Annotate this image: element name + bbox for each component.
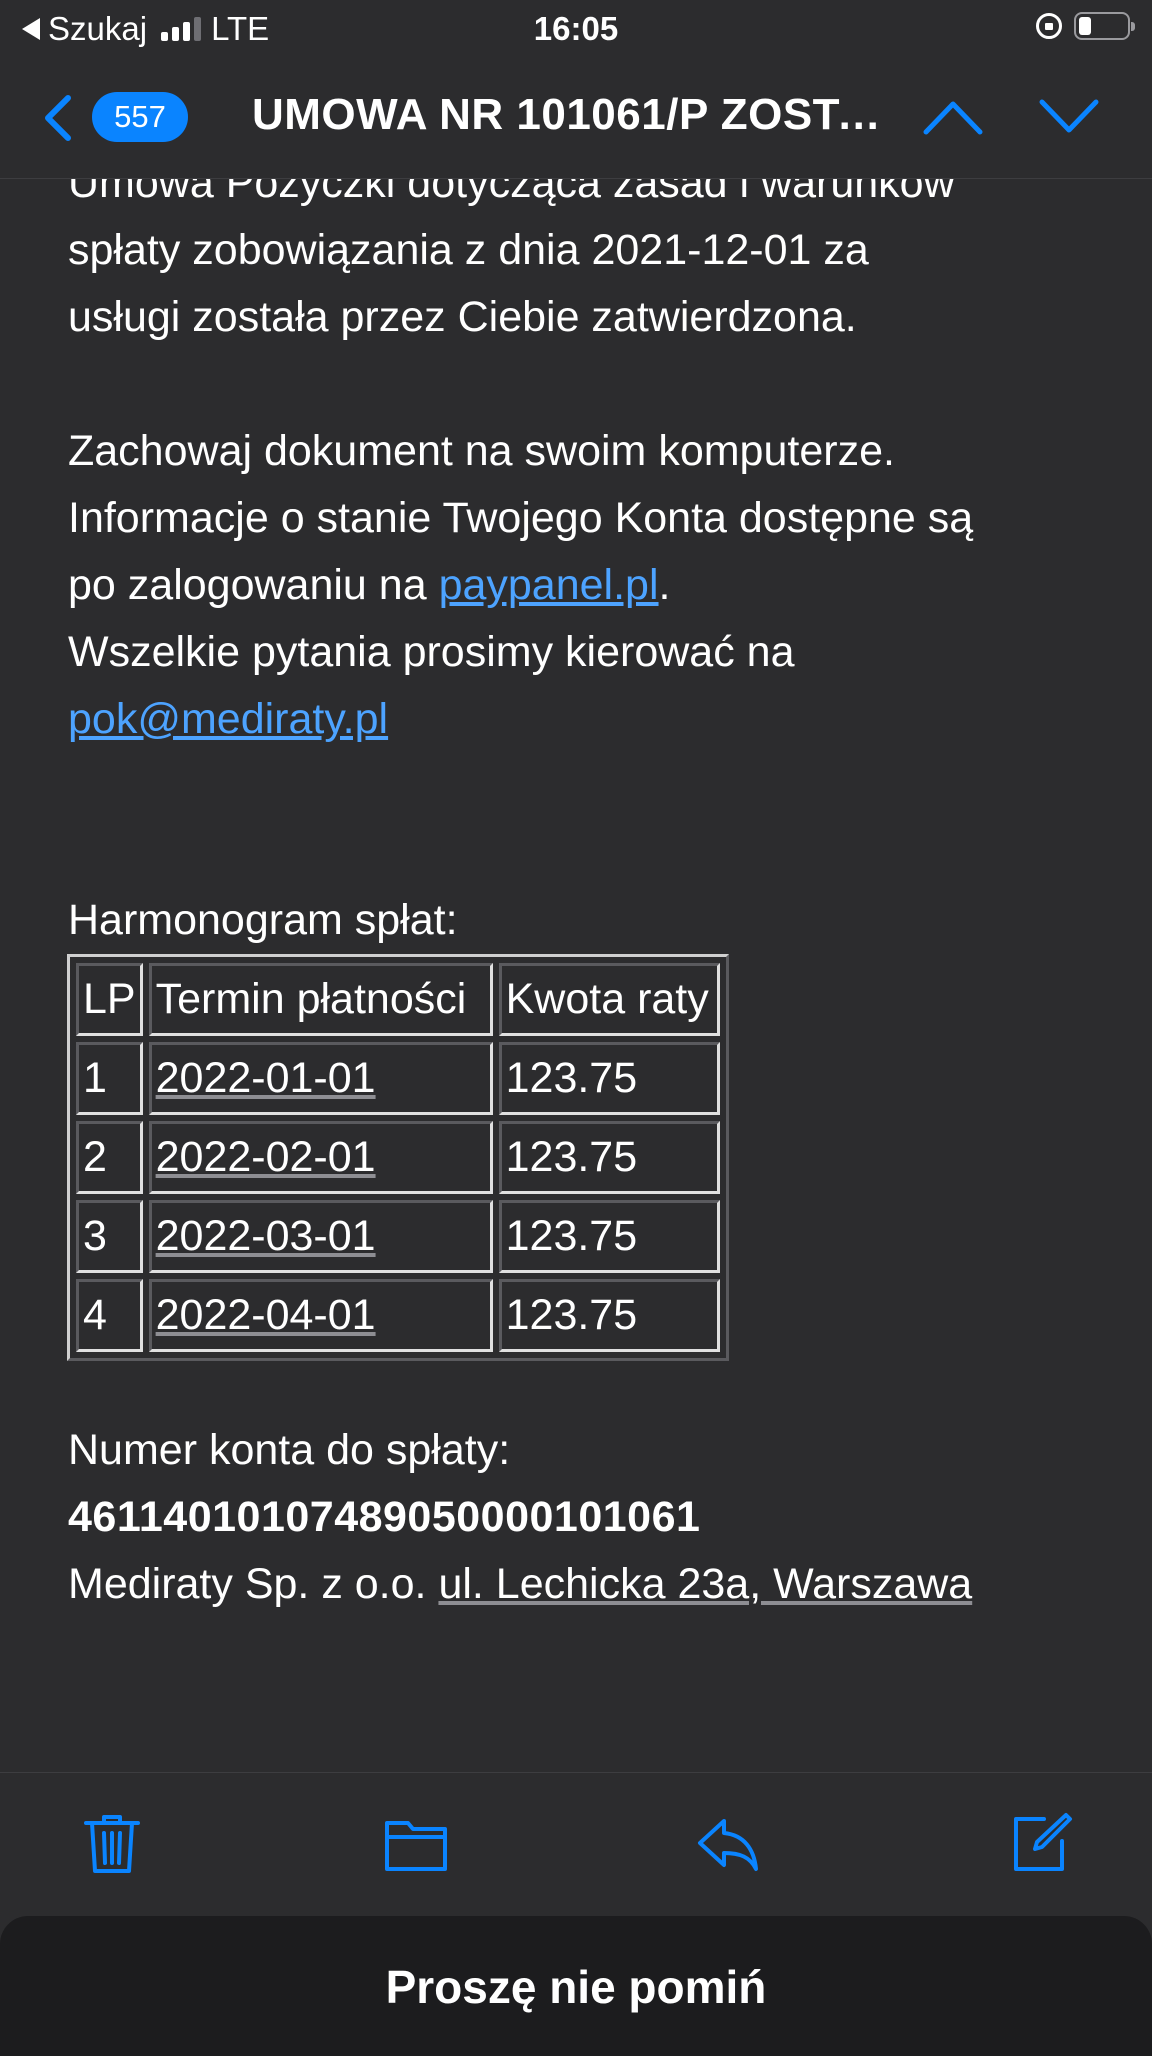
account-label: Numer konta do spłaty:: [68, 1426, 511, 1474]
table-header-row: LP Termin płatności Kwota raty: [76, 963, 720, 1036]
body-text: .: [658, 561, 671, 609]
installment-amount: 123.75: [498, 1200, 720, 1273]
email-subject: UMOWA NR 101061/P ZOSTAŁA ZATWIERDZONA: [252, 90, 904, 139]
due-date[interactable]: 2022-02-01: [148, 1121, 493, 1194]
table-row: 4 2022-04-01 123.75: [76, 1279, 720, 1352]
email-body: Umowa Pożyczki dotycząca zasad i warunkó…: [67, 150, 1108, 1618]
orientation-lock-icon: [1036, 13, 1062, 39]
payment-schedule-table: LP Termin płatności Kwota raty 1 2022-01…: [67, 954, 729, 1361]
bottom-banner: Proszę nie pomiń: [0, 1916, 1152, 2056]
previous-message-icon[interactable]: [922, 96, 984, 138]
next-message-icon[interactable]: [1038, 96, 1100, 138]
due-date[interactable]: 2022-04-01: [148, 1279, 493, 1352]
schedule-heading: Harmonogram spłat:: [68, 896, 458, 944]
body-line: Informacje o stanie Twojego Konta dostęp…: [68, 494, 974, 542]
body-line: spłaty zobowiązania z dnia 2021-12-01 za: [68, 226, 869, 274]
body-text: po zalogowaniu na: [68, 561, 439, 609]
column-header: Termin płatności: [148, 963, 493, 1036]
installment-number: 2: [76, 1121, 143, 1194]
back-chevron-icon[interactable]: [36, 92, 88, 144]
bottom-toolbar: [0, 1772, 1152, 1909]
battery-icon: [1074, 12, 1135, 40]
paypanel-link[interactable]: paypanel.pl: [439, 561, 659, 609]
body-line: Zachowaj dokument na swoim komputerze.: [68, 427, 895, 475]
body-line: Wszelkie pytania prosimy kierować na: [68, 628, 795, 676]
table-row: 2 2022-02-01 123.75: [76, 1121, 720, 1194]
clock: 16:05: [533, 10, 619, 47]
body-line: po zalogowaniu na paypanel.pl.: [68, 552, 1108, 619]
installment-number: 3: [76, 1200, 143, 1273]
navigation-bar: 557 UMOWA NR 101061/P ZOSTAŁA ZATWIERDZO…: [0, 58, 1152, 179]
folder-icon[interactable]: [384, 1811, 448, 1875]
installment-amount: 123.75: [498, 1042, 720, 1115]
company-address-link[interactable]: ul. Lechicka 23a, Warszawa: [438, 1560, 972, 1608]
company-line: Mediraty Sp. z o.o. ul. Lechicka 23a, Wa…: [68, 1551, 1108, 1618]
table-row: 3 2022-03-01 123.75: [76, 1200, 720, 1273]
installment-number: 1: [76, 1042, 143, 1115]
body-line: usługi została przez Ciebie zatwierdzona…: [68, 293, 857, 341]
due-date[interactable]: 2022-03-01: [148, 1200, 493, 1273]
status-bar: Szukaj LTE 16:05: [0, 0, 1152, 58]
account-number: 46114010107489050000101061: [68, 1493, 701, 1541]
installment-amount: 123.75: [498, 1279, 720, 1352]
company-name: Mediraty Sp. z o.o.: [68, 1560, 439, 1608]
unread-count-badge[interactable]: 557: [92, 92, 188, 142]
body-line: pok@mediraty.pl: [68, 686, 1108, 753]
column-header: LP: [76, 963, 143, 1036]
trash-icon[interactable]: [80, 1811, 144, 1875]
column-header: Kwota raty: [498, 963, 720, 1036]
due-date[interactable]: 2022-01-01: [148, 1042, 493, 1115]
installment-amount: 123.75: [498, 1121, 720, 1194]
table-row: 1 2022-01-01 123.75: [76, 1042, 720, 1115]
installment-number: 4: [76, 1279, 143, 1352]
support-email-link[interactable]: pok@mediraty.pl: [68, 695, 388, 743]
reply-icon[interactable]: [696, 1811, 760, 1875]
compose-icon[interactable]: [1010, 1811, 1074, 1875]
banner-text: Proszę nie pomiń: [385, 1961, 767, 2013]
